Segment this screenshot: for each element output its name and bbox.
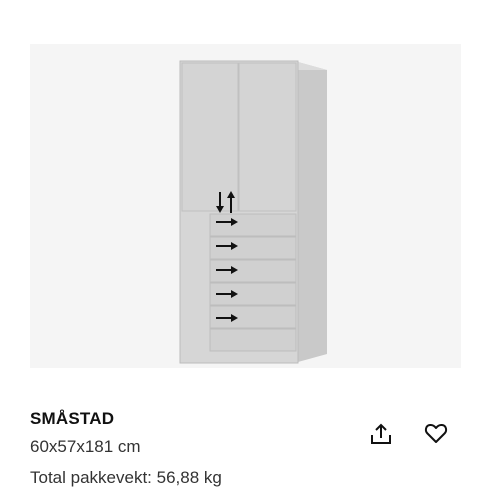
wardrobe-illustration <box>179 60 327 364</box>
product-weight: Total pakkevekt: 56,88 kg <box>30 468 222 487</box>
favourite-button[interactable] <box>418 415 454 451</box>
product-name: SMÅSTAD <box>30 409 115 428</box>
product-image[interactable] <box>30 44 461 368</box>
share-button[interactable] <box>363 416 399 452</box>
product-dimensions: 60x57x181 cm <box>30 437 141 456</box>
heart-outline-icon <box>424 423 448 443</box>
share-icon <box>371 423 391 444</box>
